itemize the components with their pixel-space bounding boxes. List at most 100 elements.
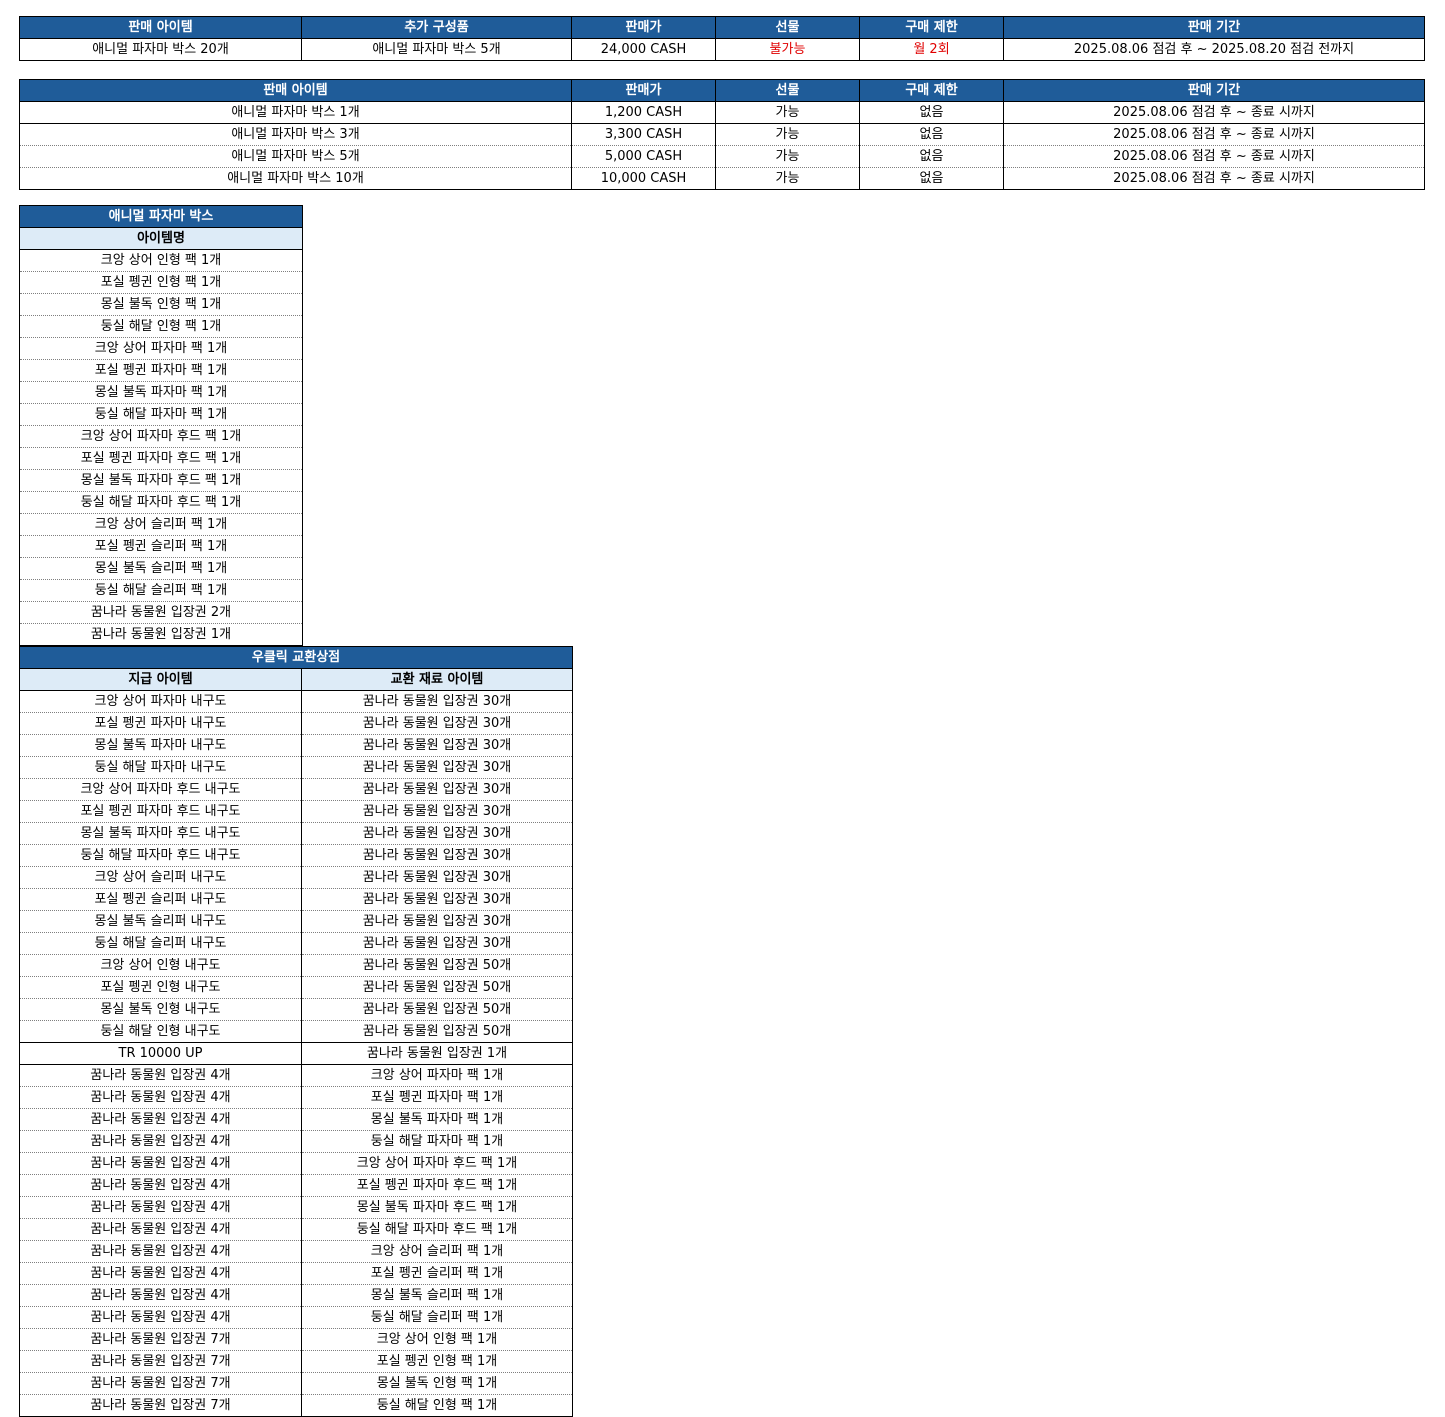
- list-item: 포실 펭귄 파자마 팩 1개: [19, 359, 303, 382]
- box-contents-body: 크앙 상어 인형 팩 1개 포실 펭귄 인형 팩 1개 몽실 불독 인형 팩 1개 둥…: [19, 249, 303, 646]
- item-name-cell: 크앙 상어 슬리퍼 팩 1개: [19, 513, 303, 536]
- table-cell: 꿈나라 동물원 입장권 4개: [19, 1108, 302, 1131]
- header-price: 판매가: [571, 16, 716, 39]
- table-row: 꿈나라 동물원 입장권 4개 크앙 상어 파자마 후드 팩 1개: [19, 1152, 573, 1175]
- item-name-cell: 둥실 해달 인형 팩 1개: [19, 315, 303, 338]
- header-item-name: 아이템명: [19, 227, 303, 250]
- table-cell: 2025.08.06 점검 후 ~ 종료 시까지: [1003, 101, 1425, 124]
- table-cell: 둥실 해달 슬리퍼 내구도: [19, 932, 302, 955]
- cell-extra-item: 애니멀 파자마 박스 5개: [301, 38, 572, 61]
- table-subheader-row: 지급 아이템 교환 재료 아이템: [19, 668, 573, 691]
- box-contents-table: 애니멀 파자마 박스 아이템명 크앙 상어 인형 팩 1개 포실 펭귄 인형 팩 …: [19, 205, 303, 646]
- list-item: 둥실 해달 파자마 후드 팩 1개: [19, 491, 303, 514]
- table-cell: 꿈나라 동물원 입장권 7개: [19, 1372, 302, 1395]
- table-row: 애니멀 파자마 박스 3개 3,300 CASH 가능 없음 2025.08.06 점검…: [19, 123, 1425, 146]
- table-cell: 몽실 불독 슬리퍼 팩 1개: [301, 1284, 573, 1307]
- table-header-row: 판매 아이템 추가 구성품 판매가 선물 구매 제한 판매 기간: [19, 16, 1425, 39]
- item-name-cell: 포실 펭귄 슬리퍼 팩 1개: [19, 535, 303, 558]
- header-gift: 선물: [715, 79, 860, 102]
- header-extra-item: 추가 구성품: [301, 16, 572, 39]
- table-cell: 애니멀 파자마 박스 5개: [19, 145, 572, 168]
- table-row: 꿈나라 동물원 입장권 4개 둥실 해달 파자마 팩 1개: [19, 1130, 573, 1153]
- item-name-cell: 포실 펭귄 인형 팩 1개: [19, 271, 303, 294]
- table-subheader-row: 아이템명: [19, 227, 303, 250]
- table-row: 꿈나라 동물원 입장권 4개 포실 펭귄 파자마 팩 1개: [19, 1086, 573, 1109]
- table-row: 몽실 불독 슬리퍼 내구도 꿈나라 동물원 입장권 30개: [19, 910, 573, 933]
- table-cell: 크앙 상어 파자마 후드 팩 1개: [301, 1152, 573, 1175]
- table-cell: 꿈나라 동물원 입장권 30개: [301, 932, 573, 955]
- header-purchase-limit: 구매 제한: [859, 16, 1004, 39]
- table-row: 포실 펭귄 파자마 후드 내구도 꿈나라 동물원 입장권 30개: [19, 800, 573, 823]
- table-cell: 꿈나라 동물원 입장권 30개: [301, 888, 573, 911]
- table-cell: 가능: [715, 145, 860, 168]
- table-cell: 꿈나라 동물원 입장권 30개: [301, 756, 573, 779]
- table-cell: 꿈나라 동물원 입장권 4개: [19, 1218, 302, 1241]
- table-title-row: 우클릭 교환상점: [19, 646, 573, 669]
- table-cell: 꿈나라 동물원 입장권 4개: [19, 1284, 302, 1307]
- table-cell: 가능: [715, 101, 860, 124]
- header-sale-item: 판매 아이템: [19, 79, 572, 102]
- list-item: 크앙 상어 슬리퍼 팩 1개: [19, 513, 303, 536]
- table-row: 애니멀 파자마 박스 1개 1,200 CASH 가능 없음 2025.08.06 점검…: [19, 101, 1425, 124]
- table-row: 둥실 해달 슬리퍼 내구도 꿈나라 동물원 입장권 30개: [19, 932, 573, 955]
- table-row: 꿈나라 동물원 입장권 4개 몽실 불독 파자마 후드 팩 1개: [19, 1196, 573, 1219]
- table-cell: 2025.08.06 점검 후 ~ 종료 시까지: [1003, 123, 1425, 146]
- item-name-cell: 몽실 불독 슬리퍼 팩 1개: [19, 557, 303, 580]
- table-row: 꿈나라 동물원 입장권 4개 몽실 불독 슬리퍼 팩 1개: [19, 1284, 573, 1307]
- table-cell: 크앙 상어 인형 팩 1개: [301, 1328, 573, 1351]
- table-cell: 포실 펭귄 파자마 내구도: [19, 712, 302, 735]
- table-cell: 크앙 상어 인형 내구도: [19, 954, 302, 977]
- table-row: 꿈나라 동물원 입장권 7개 몽실 불독 인형 팩 1개: [19, 1372, 573, 1395]
- table-row: 꿈나라 동물원 입장권 7개 크앙 상어 인형 팩 1개: [19, 1328, 573, 1351]
- table-cell: 애니멀 파자마 박스 3개: [19, 123, 572, 146]
- list-item: 둥실 해달 인형 팩 1개: [19, 315, 303, 338]
- table-cell: 꿈나라 동물원 입장권 30개: [301, 822, 573, 845]
- table-cell: 포실 펭귄 슬리퍼 내구도: [19, 888, 302, 911]
- table-cell: 꿈나라 동물원 입장권 1개: [301, 1042, 573, 1065]
- list-item: 포실 펭귄 인형 팩 1개: [19, 271, 303, 294]
- table-row: 크앙 상어 파자마 내구도 꿈나라 동물원 입장권 30개: [19, 690, 573, 713]
- table-cell: 꿈나라 동물원 입장권 4개: [19, 1174, 302, 1197]
- header-price: 판매가: [571, 79, 716, 102]
- item-name-cell: 꿈나라 동물원 입장권 1개: [19, 623, 303, 646]
- table-cell: 둥실 해달 파자마 내구도: [19, 756, 302, 779]
- list-item: 크앙 상어 파자마 후드 팩 1개: [19, 425, 303, 448]
- cell-price: 24,000 CASH: [571, 38, 716, 61]
- table-row: 크앙 상어 슬리퍼 내구도 꿈나라 동물원 입장권 30개: [19, 866, 573, 889]
- table-cell: 없음: [859, 145, 1004, 168]
- table-row: 꿈나라 동물원 입장권 4개 포실 펭귄 파자마 후드 팩 1개: [19, 1174, 573, 1197]
- table-cell: 없음: [859, 123, 1004, 146]
- table-cell: 3,300 CASH: [571, 123, 716, 146]
- table-cell: 둥실 해달 파자마 팩 1개: [301, 1130, 573, 1153]
- table-cell: 꿈나라 동물원 입장권 30개: [301, 712, 573, 735]
- table-row: 애니멀 파자마 박스 20개 애니멀 파자마 박스 5개 24,000 CASH…: [19, 38, 1425, 61]
- table-row: 몽실 불독 인형 내구도 꿈나라 동물원 입장권 50개: [19, 998, 573, 1021]
- table-cell: 2025.08.06 점검 후 ~ 종료 시까지: [1003, 167, 1425, 190]
- table-cell: 둥실 해달 슬리퍼 팩 1개: [301, 1306, 573, 1329]
- table-cell: 2025.08.06 점검 후 ~ 종료 시까지: [1003, 145, 1425, 168]
- item-name-cell: 몽실 불독 파자마 팩 1개: [19, 381, 303, 404]
- table-cell: 포실 펭귄 파자마 팩 1개: [301, 1086, 573, 1109]
- list-item: 포실 펭귄 파자마 후드 팩 1개: [19, 447, 303, 470]
- table-cell: 애니멀 파자마 박스 1개: [19, 101, 572, 124]
- list-item: 둥실 해달 파자마 팩 1개: [19, 403, 303, 426]
- table-cell: 꿈나라 동물원 입장권 4개: [19, 1152, 302, 1175]
- table-cell: TR 10000 UP: [19, 1042, 302, 1065]
- item-name-cell: 꿈나라 동물원 입장권 2개: [19, 601, 303, 624]
- table-cell: 포실 펭귄 파자마 후드 팩 1개: [301, 1174, 573, 1197]
- table-cell: 꿈나라 동물원 입장권 4개: [19, 1130, 302, 1153]
- table-row: 포실 펭귄 파자마 내구도 꿈나라 동물원 입장권 30개: [19, 712, 573, 735]
- table-cell: 꿈나라 동물원 입장권 4개: [19, 1064, 302, 1087]
- table-cell: 가능: [715, 167, 860, 190]
- list-item: 몽실 불독 슬리퍼 팩 1개: [19, 557, 303, 580]
- table-row: 애니멀 파자마 박스 10개 10,000 CASH 가능 없음 2025.08.06 …: [19, 167, 1425, 190]
- table-row: 둥실 해달 인형 내구도 꿈나라 동물원 입장권 50개: [19, 1020, 573, 1043]
- item-name-cell: 크앙 상어 인형 팩 1개: [19, 249, 303, 272]
- table-cell: 꿈나라 동물원 입장권 4개: [19, 1306, 302, 1329]
- table-row: 둥실 해달 파자마 후드 내구도 꿈나라 동물원 입장권 30개: [19, 844, 573, 867]
- header-sale-item: 판매 아이템: [19, 16, 302, 39]
- table-cell: 몽실 불독 파자마 후드 내구도: [19, 822, 302, 845]
- table-cell: 꿈나라 동물원 입장권 4개: [19, 1262, 302, 1285]
- header-sale-period: 판매 기간: [1003, 79, 1425, 102]
- table-row: 몽실 불독 파자마 내구도 꿈나라 동물원 입장권 30개: [19, 734, 573, 757]
